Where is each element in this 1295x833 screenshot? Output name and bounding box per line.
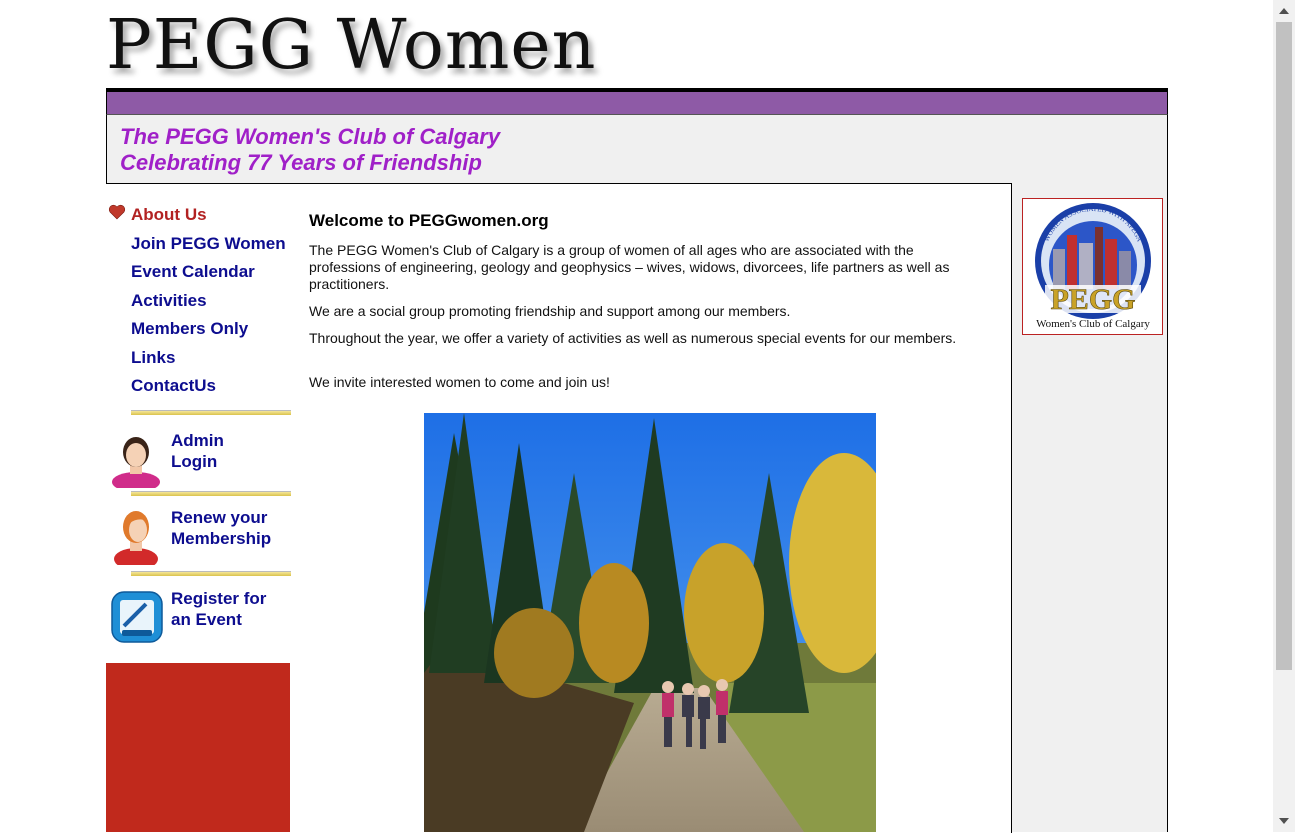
renew-line1: Renew your <box>171 508 268 527</box>
nav-separator <box>131 571 291 576</box>
admin-login-button[interactable]: Admin Login <box>106 428 292 490</box>
nav-join[interactable]: Join PEGG Women <box>131 234 286 254</box>
intro-paragraph: The PEGG Women's Club of Calgary is a gr… <box>309 242 950 292</box>
heart-bullet-icon <box>108 204 126 220</box>
woman-red-avatar-icon <box>114 511 158 565</box>
nav-contact-us[interactable]: ContactUs <box>131 376 216 396</box>
register-event-label: Register for an Event <box>171 588 266 630</box>
renew-membership-button[interactable]: Renew your Membership <box>106 505 292 567</box>
scroll-down-arrow-icon[interactable] <box>1279 818 1289 824</box>
register-event-button[interactable]: Register for an Event <box>106 586 292 648</box>
header-tagline-box: The PEGG Women's Club of Calgary Celebra… <box>106 114 1168 184</box>
right-sidebar: PEGG Women's Club of Calgary WOMEN ASSOC… <box>1012 183 1168 832</box>
red-promo-box <box>106 663 290 832</box>
nav-members-only[interactable]: Members Only <box>131 319 248 339</box>
welcome-heading: Welcome to PEGGwomen.org <box>309 211 549 230</box>
admin-login-label: Admin Login <box>171 430 224 472</box>
nav-about-us[interactable]: About Us <box>131 205 207 225</box>
admin-line1: Admin <box>171 431 224 450</box>
tagline-subtitle: Celebrating 77 Years of Friendship <box>120 150 482 175</box>
pegg-club-badge: PEGG Women's Club of Calgary WOMEN ASSOC… <box>1022 198 1163 335</box>
site-logo[interactable]: PEGG Women <box>106 6 596 85</box>
scroll-up-arrow-icon[interactable] <box>1279 8 1289 14</box>
renew-membership-label: Renew your Membership <box>171 507 271 549</box>
vertical-scrollbar[interactable] <box>1273 0 1295 832</box>
registration-clipboard-icon <box>111 591 163 643</box>
activities-paragraph: Throughout the year, we offer a variety … <box>309 330 957 346</box>
badge-title: PEGG <box>1050 283 1135 316</box>
purple-banner-bar <box>106 92 1168 114</box>
admin-line2: Login <box>171 452 218 471</box>
woman-avatar-icon <box>112 437 160 488</box>
hiking-group-photo <box>424 413 876 832</box>
nav-separator <box>131 491 291 496</box>
invite-paragraph: We invite interested women to come and j… <box>309 374 610 390</box>
tagline-title: The PEGG Women's Club of Calgary <box>120 124 501 149</box>
scrollbar-thumb[interactable] <box>1276 22 1292 670</box>
renew-line2: Membership <box>171 529 272 548</box>
nav-event-calendar[interactable]: Event Calendar <box>131 262 255 282</box>
social-paragraph: We are a social group promoting friendsh… <box>309 303 791 319</box>
nav-activities[interactable]: Activities <box>131 291 207 311</box>
register-line1: Register for <box>171 589 267 608</box>
nav-links[interactable]: Links <box>131 348 175 368</box>
register-line2: an Event <box>171 610 242 629</box>
nav-separator <box>131 410 291 415</box>
page-wrapper: PEGG Women The PEGG Women's Club of Calg… <box>106 0 1168 833</box>
badge-subtitle: Women's Club of Calgary <box>1036 318 1150 330</box>
